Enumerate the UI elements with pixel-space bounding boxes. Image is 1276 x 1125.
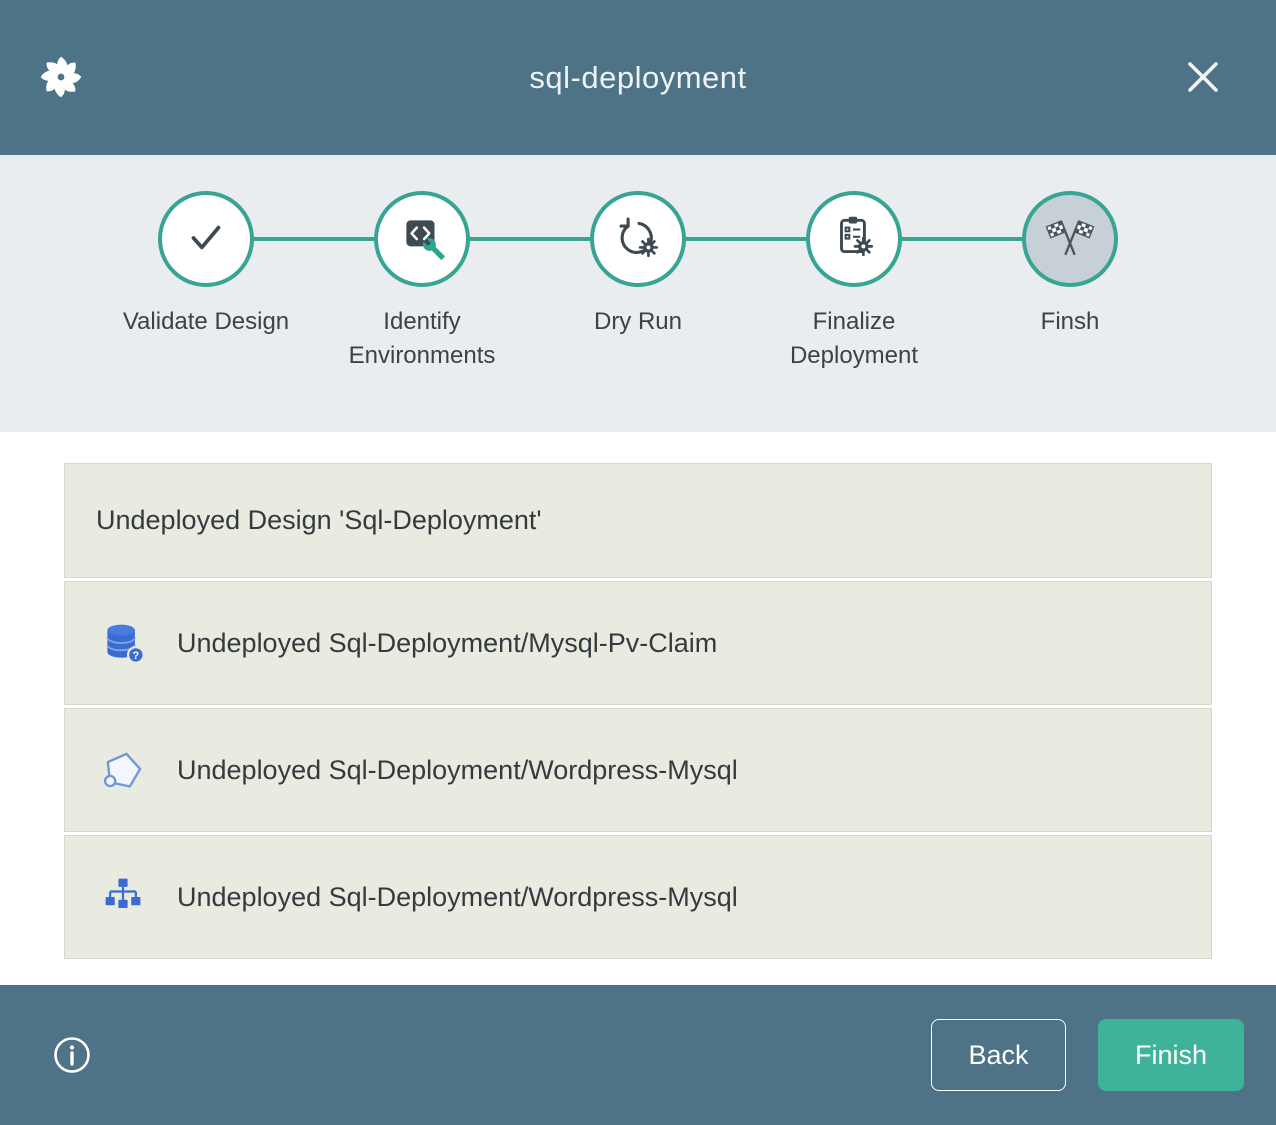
deployment-results-panel: Undeployed Design 'Sql-Deployment' ? Und… bbox=[0, 432, 1276, 985]
step-label: Finalize Deployment bbox=[759, 305, 949, 372]
step-identify-environments[interactable]: Identify Environments bbox=[314, 191, 530, 372]
result-row: Undeployed Sql-Deployment/Wordpress-Mysq… bbox=[64, 835, 1212, 959]
dialog-title: sql-deployment bbox=[0, 60, 1276, 96]
step-label: Finsh bbox=[1041, 305, 1100, 339]
tree-icon bbox=[101, 875, 145, 919]
step-label: Identify Environments bbox=[327, 305, 517, 372]
refresh-gear-icon bbox=[613, 212, 663, 267]
svg-text:?: ? bbox=[132, 650, 139, 662]
result-text: Undeployed Sql-Deployment/Mysql-Pv-Claim bbox=[177, 628, 717, 659]
step-label: Dry Run bbox=[594, 305, 682, 339]
result-text: Undeployed Sql-Deployment/Wordpress-Mysq… bbox=[177, 882, 738, 913]
step-circle[interactable] bbox=[158, 191, 254, 287]
back-button[interactable]: Back bbox=[931, 1019, 1066, 1091]
result-row: Undeployed Sql-Deployment/Wordpress-Mysq… bbox=[64, 708, 1212, 832]
pentagon-icon bbox=[101, 748, 145, 792]
step-dry-run[interactable]: Dry Run bbox=[530, 191, 746, 372]
step-finish[interactable]: Finsh bbox=[962, 191, 1178, 372]
step-circle[interactable] bbox=[374, 191, 470, 287]
swirl-logo-icon bbox=[34, 50, 88, 104]
step-circle[interactable] bbox=[1022, 191, 1118, 287]
step-circle[interactable] bbox=[590, 191, 686, 287]
step-finalize-deployment[interactable]: Finalize Deployment bbox=[746, 191, 962, 372]
wizard-stepper: Validate Design Identify Environments bbox=[0, 155, 1276, 432]
clipboard-gear-icon bbox=[829, 212, 879, 267]
finish-button[interactable]: Finish bbox=[1098, 1019, 1244, 1091]
database-icon: ? bbox=[101, 621, 145, 665]
step-circle[interactable] bbox=[806, 191, 902, 287]
result-text: Undeployed Sql-Deployment/Wordpress-Mysq… bbox=[177, 755, 738, 786]
code-wrench-icon bbox=[397, 212, 447, 267]
dialog-header: sql-deployment bbox=[0, 0, 1276, 155]
close-icon[interactable] bbox=[1182, 56, 1224, 98]
checkered-flags-icon bbox=[1045, 212, 1095, 267]
info-icon[interactable] bbox=[52, 1035, 92, 1075]
dialog-footer: Back Finish bbox=[0, 985, 1276, 1125]
result-row: ? Undeployed Sql-Deployment/Mysql-Pv-Cla… bbox=[64, 581, 1212, 705]
result-text: Undeployed Design 'Sql-Deployment' bbox=[96, 505, 542, 536]
result-row: Undeployed Design 'Sql-Deployment' bbox=[64, 463, 1212, 578]
step-validate-design[interactable]: Validate Design bbox=[98, 191, 314, 372]
step-label: Validate Design bbox=[123, 305, 289, 339]
check-icon bbox=[181, 212, 231, 267]
